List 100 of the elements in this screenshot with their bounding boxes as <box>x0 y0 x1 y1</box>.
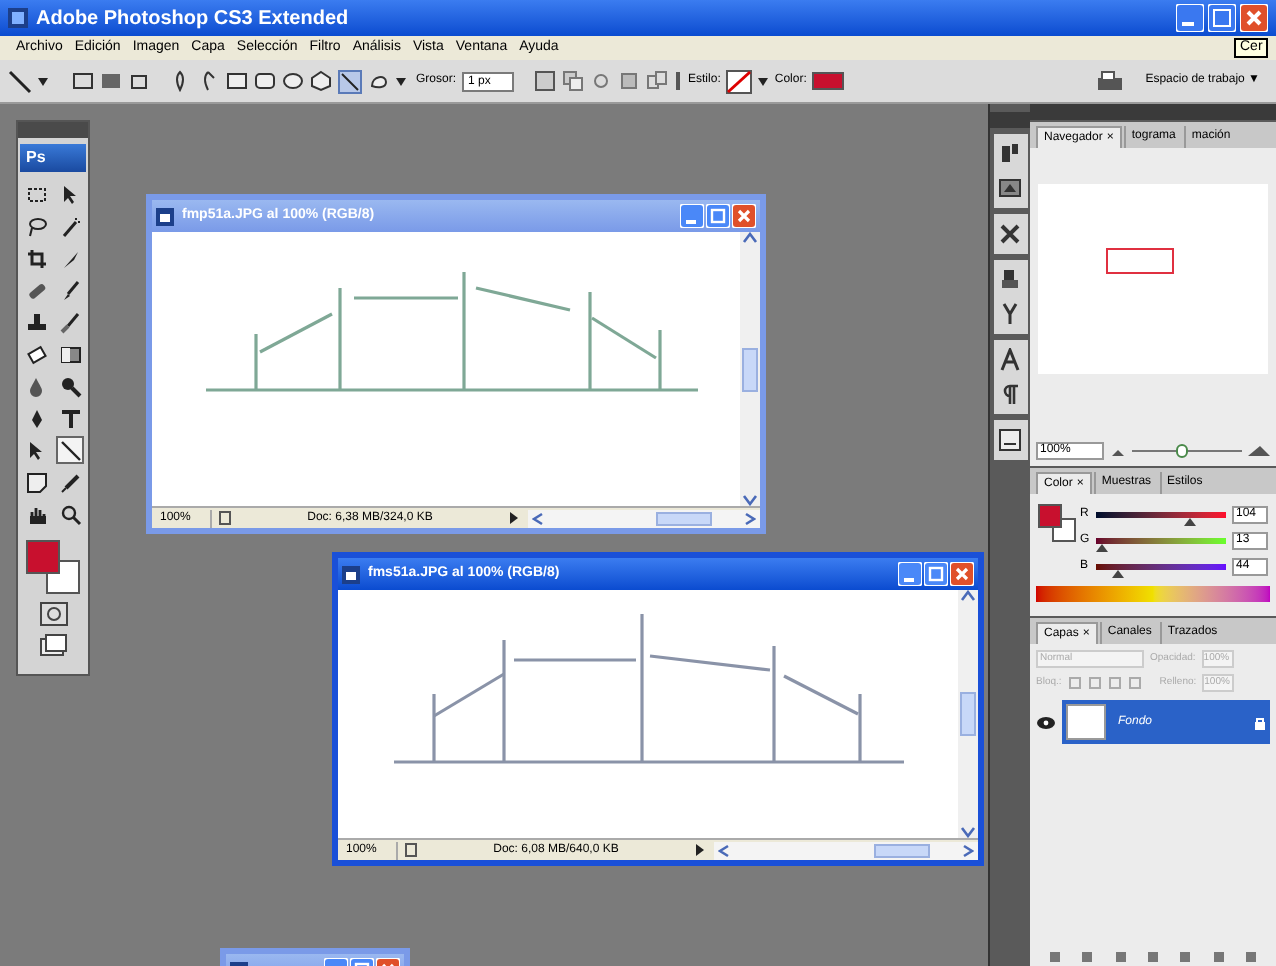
screen-mode-icon[interactable] <box>39 634 67 658</box>
zoom-slider-thumb[interactable] <box>1175 444 1188 458</box>
line-icon <box>340 71 360 91</box>
stamp-icon <box>25 311 47 333</box>
magnifier-handle-icon <box>59 375 81 397</box>
maximize-button[interactable] <box>706 204 730 228</box>
tool-button[interactable] <box>56 404 84 432</box>
close-button[interactable] <box>732 204 756 228</box>
color-swatch[interactable] <box>812 72 845 90</box>
close-button[interactable] <box>950 562 974 586</box>
shape-tool-icon[interactable] <box>310 70 332 92</box>
menu-arrow-icon[interactable] <box>694 844 706 856</box>
tool-button[interactable] <box>22 308 50 336</box>
scroll-down-icon <box>960 826 976 838</box>
view-box[interactable] <box>1106 248 1174 274</box>
drop-icon <box>25 375 47 397</box>
layer-thumbnail <box>1066 704 1106 740</box>
path-mode-icon[interactable] <box>72 70 94 92</box>
wand-icon <box>59 215 81 237</box>
arrow-icon <box>25 439 47 461</box>
vertical-scrollbar[interactable] <box>740 232 760 506</box>
path-mode-icon[interactable] <box>100 70 122 92</box>
menu-arrow-icon[interactable] <box>508 512 520 524</box>
character-icon[interactable] <box>998 348 1022 372</box>
combine-mode-icon[interactable] <box>562 70 585 92</box>
actions-icon[interactable] <box>998 176 1022 200</box>
lasso-icon <box>25 215 47 237</box>
eyedropper-icon <box>59 471 81 493</box>
combine-mode-icon[interactable] <box>534 70 557 92</box>
history-icon[interactable] <box>998 142 1022 166</box>
combine-mode-icon[interactable] <box>646 70 669 92</box>
document-icon <box>156 207 174 225</box>
line-shape-button[interactable] <box>338 69 362 93</box>
tool-button[interactable] <box>56 372 84 400</box>
workspace-icon[interactable] <box>1095 70 1124 92</box>
minimize-button[interactable] <box>680 204 704 228</box>
tool-button[interactable] <box>22 244 50 272</box>
caret-icon[interactable] <box>396 77 406 85</box>
line-tool-icon[interactable] <box>8 69 32 93</box>
shape-tool-icon[interactable] <box>254 70 276 92</box>
zoom-out-icon[interactable] <box>1110 445 1126 457</box>
vertical-scrollbar[interactable] <box>958 590 978 838</box>
tool-button[interactable] <box>22 468 50 496</box>
color-spectrum[interactable] <box>1036 586 1270 602</box>
quick-mask-icon[interactable] <box>39 602 67 626</box>
tool-button[interactable] <box>56 500 84 528</box>
layer-comps-icon[interactable] <box>998 428 1022 452</box>
tools-preset-icon[interactable] <box>998 222 1022 246</box>
foreground-color-swatch[interactable] <box>26 540 60 574</box>
foreground-color-swatch[interactable] <box>1038 504 1062 528</box>
caret-icon[interactable] <box>758 77 769 85</box>
minimize-button[interactable] <box>1176 4 1204 32</box>
scroll-down-icon <box>742 494 758 506</box>
document-icon <box>342 565 360 583</box>
slider-thumb[interactable] <box>1183 518 1196 526</box>
app-icon <box>8 8 28 28</box>
scroll-thumb[interactable] <box>874 843 930 857</box>
scroll-left-icon <box>532 511 544 525</box>
app-logo: Ps <box>20 144 86 172</box>
marquee-icon <box>25 183 47 205</box>
path-mode-icon[interactable] <box>128 70 150 92</box>
scroll-right-icon <box>962 843 974 857</box>
scroll-up-icon <box>960 590 976 602</box>
custom-shape-icon[interactable] <box>368 70 390 92</box>
window-title: Adobe Photoshop CS3 Extended <box>36 5 351 33</box>
shape-tool-icon[interactable] <box>282 70 304 92</box>
tool-button[interactable] <box>56 308 84 336</box>
scroll-thumb[interactable] <box>656 511 712 525</box>
combine-mode-icon[interactable] <box>590 70 613 92</box>
slider-thumb[interactable] <box>1112 570 1125 578</box>
close-button[interactable] <box>1240 4 1268 32</box>
note-icon <box>25 471 47 493</box>
combine-mode-icon[interactable] <box>618 70 641 92</box>
scroll-left-icon <box>718 843 730 857</box>
horizontal-scrollbar[interactable] <box>528 509 760 527</box>
shape-tool-icon[interactable] <box>198 70 220 92</box>
paragraph-icon[interactable] <box>998 382 1022 406</box>
zoom-in-icon[interactable] <box>1248 444 1270 458</box>
type-icon <box>59 407 81 429</box>
maximize-button[interactable] <box>924 562 948 586</box>
minimize-button[interactable] <box>898 562 922 586</box>
clone-source-icon[interactable] <box>998 268 1022 292</box>
caret-icon[interactable] <box>38 77 48 85</box>
restore-button[interactable] <box>1208 4 1236 32</box>
line-icon <box>59 439 81 461</box>
shape-tool-icon[interactable] <box>226 70 248 92</box>
crop-icon <box>25 247 47 269</box>
scroll-up-icon <box>742 232 758 244</box>
eraser-icon <box>25 343 47 365</box>
horizontal-scrollbar[interactable] <box>714 841 978 859</box>
scroll-thumb[interactable] <box>742 347 758 391</box>
eye-icon[interactable] <box>1036 715 1056 729</box>
tool-button[interactable] <box>56 436 84 464</box>
hand-icon <box>25 503 47 525</box>
scroll-right-icon <box>744 511 756 525</box>
history-brush-icon <box>59 311 81 333</box>
no-style-swatch-icon[interactable] <box>726 69 753 93</box>
gradient-icon <box>59 343 81 365</box>
slider-thumb[interactable] <box>1096 544 1109 552</box>
scroll-thumb[interactable] <box>960 692 976 736</box>
